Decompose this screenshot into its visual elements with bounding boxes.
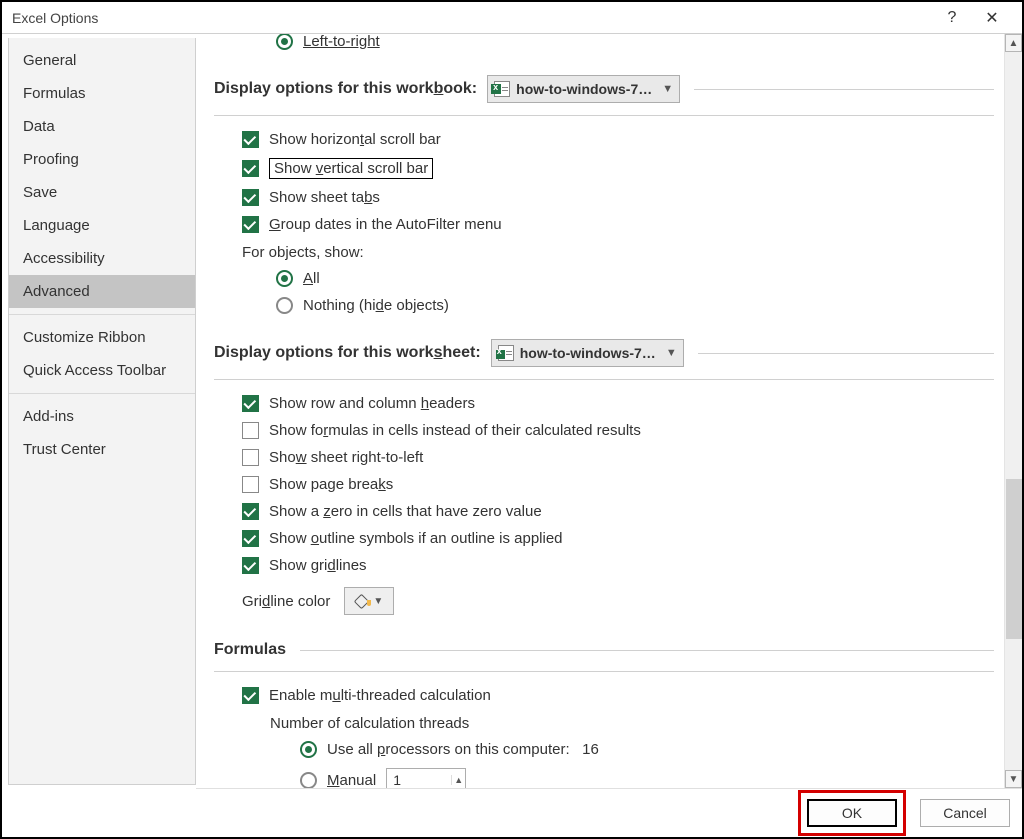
help-button[interactable]: ? [932,9,972,27]
sidebar-item-trust-center[interactable]: Trust Center [9,433,195,466]
num-threads-label: Number of calculation threads [214,709,994,736]
sidebar-item-advanced[interactable]: Advanced [9,275,195,308]
sidebar-item-language[interactable]: Language [9,209,195,242]
chevron-down-icon: ▼ [652,83,673,95]
titlebar: Excel Options ? ✕ [2,2,1022,34]
radio-icon [276,297,293,314]
checkbox-icon [242,395,259,412]
excel-workbook-icon [494,81,510,97]
checkbox-icon [242,530,259,547]
section-workbook-display: Display options for this workbook: how-t… [214,55,994,111]
ok-button[interactable]: OK [807,799,897,827]
close-button[interactable]: ✕ [972,8,1012,28]
for-objects-label: For objects, show: [214,238,994,265]
sidebar-item-accessibility[interactable]: Accessibility [9,242,195,275]
checkbox-group-dates-autofilter[interactable]: Group dates in the AutoFilter menu [214,211,994,238]
checkbox-multi-threaded[interactable]: Enable multi-threaded calculation [214,682,994,709]
ok-highlight-box: OK [798,790,906,836]
checkbox-icon [242,503,259,520]
radio-label: Left-to-right [303,34,380,50]
checkbox-icon [242,160,259,177]
scroll-up-button[interactable]: ▲ [1005,34,1022,52]
worksheet-dropdown[interactable]: how-to-windows-7… ▼ [491,339,684,367]
sidebar-item-data[interactable]: Data [9,110,195,143]
chevron-up-icon[interactable]: ▲ [451,775,465,785]
checkbox-icon [242,449,259,466]
chevron-down-icon: ▼ [373,596,383,607]
radio-objects-nothing[interactable]: Nothing (hide objects) [214,292,994,319]
checkbox-icon [242,131,259,148]
checkbox-horizontal-scrollbar[interactable]: Show horizontal scroll bar [214,126,994,153]
scroll-down-button[interactable]: ▼ [1005,770,1022,788]
dialog-body: General Formulas Data Proofing Save Lang… [2,34,1022,789]
checkbox-show-zero[interactable]: Show a zero in cells that have zero valu… [214,498,994,525]
content-panel: Left-to-right Display options for this w… [196,34,1004,788]
section-worksheet-display: Display options for this worksheet: how-… [214,319,994,375]
radio-icon [276,270,293,287]
sidebar-item-customize-ribbon[interactable]: Customize Ribbon [9,321,195,354]
sidebar-item-formulas[interactable]: Formulas [9,77,195,110]
content-wrap: Left-to-right Display options for this w… [196,34,1022,789]
checkbox-page-breaks[interactable]: Show page breaks [214,471,994,498]
section-formulas: Formulas [214,621,994,667]
checkbox-gridlines[interactable]: Show gridlines [214,552,994,579]
checkbox-sheet-tabs[interactable]: Show sheet tabs [214,184,994,211]
checkbox-icon [242,216,259,233]
checkbox-icon [242,557,259,574]
sidebar-separator [9,314,195,315]
radio-use-all-processors[interactable]: Use all processors on this computer: 16 [214,736,994,763]
checkbox-icon [242,189,259,206]
scroll-thumb[interactable] [1006,479,1022,639]
radio-objects-all[interactable]: All [214,265,994,292]
radio-icon [276,34,293,50]
checkbox-icon [242,687,259,704]
radio-icon [300,741,317,758]
cancel-button[interactable]: Cancel [920,799,1010,827]
dialog-title: Excel Options [12,10,932,26]
checkbox-sheet-rtl[interactable]: Show sheet right-to-left [214,444,994,471]
checkbox-show-formulas[interactable]: Show formulas in cells instead of their … [214,417,994,444]
chevron-down-icon: ▼ [656,347,677,359]
checkbox-outline-symbols[interactable]: Show outline symbols if an outline is ap… [214,525,994,552]
excel-sheet-icon [498,345,514,361]
checkbox-icon [242,422,259,439]
excel-options-dialog: Excel Options ? ✕ General Formulas Data … [0,0,1024,839]
gridline-color-row: Gridline color ▼ [214,579,994,621]
sidebar-item-general[interactable]: General [9,44,195,77]
radio-left-to-right[interactable]: Left-to-right [214,34,994,55]
sidebar-item-proofing[interactable]: Proofing [9,143,195,176]
checkbox-icon [242,476,259,493]
radio-icon [300,772,317,789]
radio-manual-threads[interactable]: Manual 1 ▲ [214,763,994,788]
sidebar-item-qat[interactable]: Quick Access Toolbar [9,354,195,387]
focused-label: Show vertical scroll bar [269,158,433,179]
vertical-scrollbar[interactable]: ▲ ▼ [1004,34,1022,788]
sidebar: General Formulas Data Proofing Save Lang… [8,38,196,785]
gridline-color-button[interactable]: ▼ [344,587,394,615]
manual-threads-spinner[interactable]: 1 ▲ [386,768,466,788]
checkbox-vertical-scrollbar[interactable]: Show vertical scroll bar [214,153,994,184]
dialog-footer: OK Cancel [2,789,1022,837]
checkbox-row-col-headers[interactable]: Show row and column headers [214,390,994,417]
sidebar-item-addins[interactable]: Add-ins [9,400,195,433]
paint-bucket-icon [355,594,369,608]
sidebar-separator [9,393,195,394]
sidebar-item-save[interactable]: Save [9,176,195,209]
workbook-dropdown[interactable]: how-to-windows-7… ▼ [487,75,680,103]
